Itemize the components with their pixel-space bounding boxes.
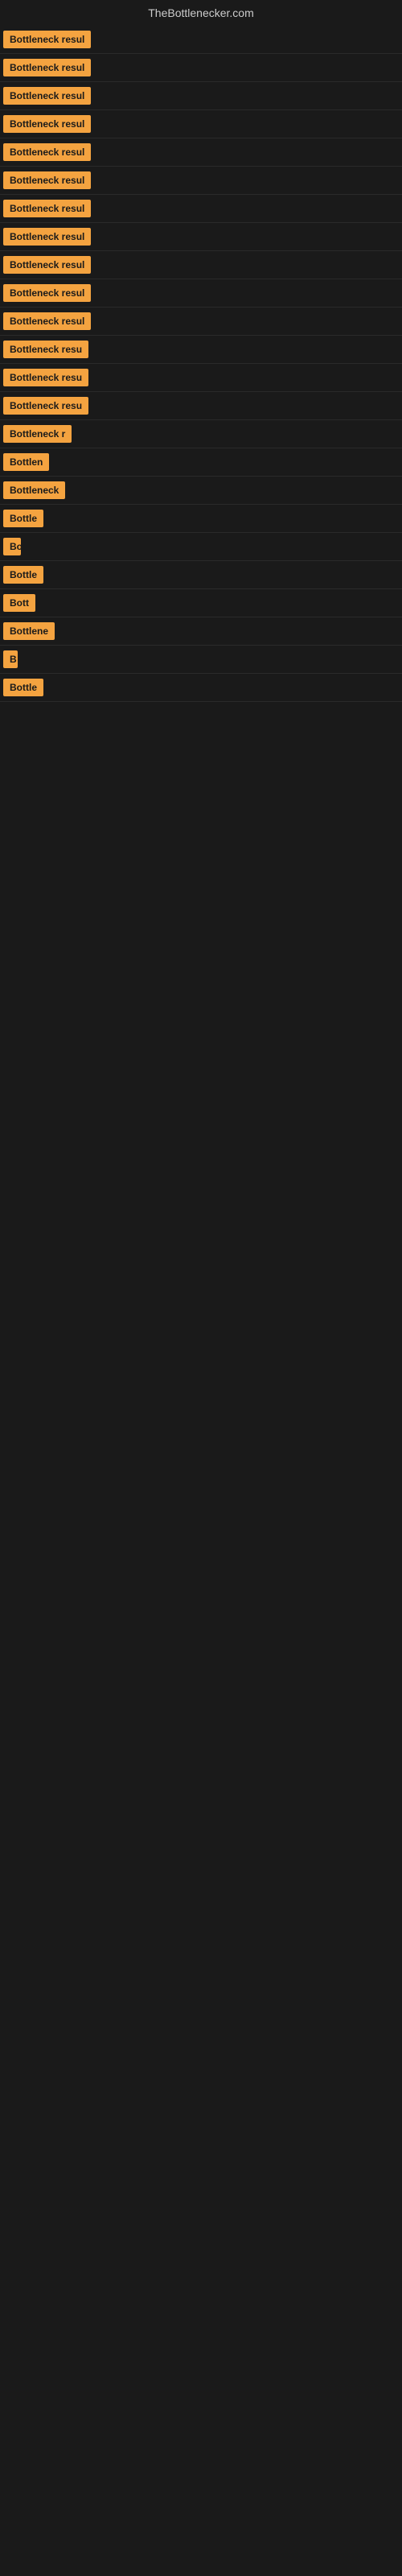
bottleneck-badge[interactable]: Bottlene <box>3 622 55 640</box>
bottleneck-badge[interactable]: Bottleneck resul <box>3 143 91 161</box>
result-row[interactable]: Bottleneck resul <box>0 195 402 223</box>
result-row[interactable]: Bottleneck resul <box>0 54 402 82</box>
bottleneck-badge[interactable]: Bottleneck resul <box>3 31 91 48</box>
result-row[interactable]: Bottlene <box>0 617 402 646</box>
result-row[interactable]: Bottleneck resul <box>0 223 402 251</box>
result-row[interactable]: Bottleneck r <box>0 420 402 448</box>
result-row[interactable]: Bottleneck resu <box>0 336 402 364</box>
results-list: Bottleneck resul Bottleneck resul Bottlene… <box>0 26 402 702</box>
bottleneck-badge[interactable]: Bottleneck resul <box>3 284 91 302</box>
bottleneck-badge[interactable]: Bottle <box>3 679 43 696</box>
bottleneck-badge[interactable]: Bottleneck resu <box>3 341 88 358</box>
result-row[interactable]: Bottlen <box>0 448 402 477</box>
bottleneck-badge[interactable]: Bottleneck resul <box>3 312 91 330</box>
bottleneck-badge[interactable]: Bottleneck resul <box>3 59 91 76</box>
bottleneck-badge[interactable]: Bottle <box>3 566 43 584</box>
result-row[interactable]: Bottleneck <box>0 477 402 505</box>
result-row[interactable]: B <box>0 646 402 674</box>
bottleneck-badge[interactable]: Bottleneck resu <box>3 397 88 415</box>
result-row[interactable]: Bottleneck resul <box>0 138 402 167</box>
result-row[interactable]: Bottleneck resul <box>0 308 402 336</box>
result-row[interactable]: Bottleneck resul <box>0 26 402 54</box>
bottleneck-badge[interactable]: Bottleneck resu <box>3 369 88 386</box>
result-row[interactable]: Bottle <box>0 505 402 533</box>
bottleneck-badge[interactable]: Bott <box>3 594 35 612</box>
bottleneck-badge[interactable]: Bottleneck r <box>3 425 72 443</box>
bottleneck-badge[interactable]: Bottleneck <box>3 481 65 499</box>
bottleneck-badge[interactable]: Bottleneck resul <box>3 228 91 246</box>
bottleneck-badge[interactable]: Bottleneck resul <box>3 171 91 189</box>
bottleneck-badge[interactable]: Bottleneck resul <box>3 200 91 217</box>
bottleneck-badge[interactable]: Bo <box>3 538 21 555</box>
result-row[interactable]: Bottle <box>0 561 402 589</box>
bottleneck-badge[interactable]: Bottleneck resul <box>3 87 91 105</box>
bottleneck-badge[interactable]: Bottlen <box>3 453 49 471</box>
result-row[interactable]: Bottleneck resul <box>0 279 402 308</box>
site-title: TheBottlenecker.com <box>0 0 402 26</box>
result-row[interactable]: Bott <box>0 589 402 617</box>
result-row[interactable]: Bottleneck resu <box>0 392 402 420</box>
bottleneck-badge[interactable]: Bottleneck resul <box>3 256 91 274</box>
bottleneck-badge[interactable]: Bottleneck resul <box>3 115 91 133</box>
result-row[interactable]: Bottleneck resul <box>0 251 402 279</box>
result-row[interactable]: Bo <box>0 533 402 561</box>
result-row[interactable]: Bottleneck resul <box>0 110 402 138</box>
page-wrapper: TheBottlenecker.com Bottleneck resulBott… <box>0 0 402 702</box>
result-row[interactable]: Bottleneck resul <box>0 167 402 195</box>
bottleneck-badge[interactable]: B <box>3 650 18 668</box>
result-row[interactable]: Bottle <box>0 674 402 702</box>
result-row[interactable]: Bottleneck resu <box>0 364 402 392</box>
bottleneck-badge[interactable]: Bottle <box>3 510 43 527</box>
result-row[interactable]: Bottleneck resul <box>0 82 402 110</box>
